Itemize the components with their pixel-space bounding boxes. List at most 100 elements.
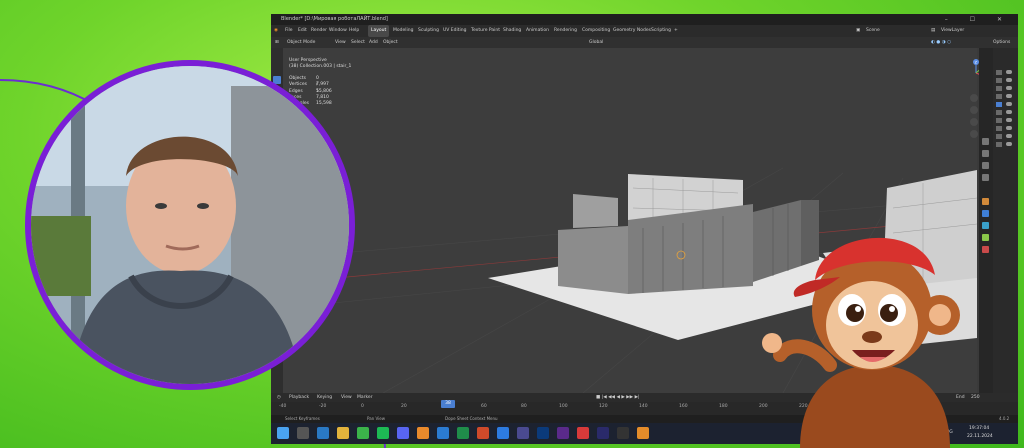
menu-file[interactable]: File <box>285 25 293 37</box>
timeline-tick: 160 <box>679 404 688 409</box>
ortho-grid-icon[interactable] <box>970 130 978 138</box>
stat-label: Vertices <box>289 82 307 88</box>
tool-props-icon[interactable] <box>982 138 989 145</box>
timeline-tick: 120 <box>599 404 608 409</box>
status-context-menu: Dope Sheet Context Menu <box>445 416 498 421</box>
tab-animation[interactable]: Animation <box>526 25 549 37</box>
shading-mode-icons[interactable]: ◐ ● ◑ ○ <box>931 37 951 48</box>
window-titlebar: Blender* [D:\Мировая роботаЛАЙТ.blend] –… <box>271 14 1018 25</box>
menu-edit[interactable]: Edit <box>298 25 307 37</box>
menu-object[interactable]: Object <box>383 37 398 48</box>
window-controls[interactable]: – ☐ ✕ <box>945 14 1012 25</box>
after-effects-icon[interactable] <box>597 427 609 439</box>
tab-scripting[interactable]: Scripting <box>651 25 671 37</box>
menu-marker[interactable]: Marker <box>357 393 373 402</box>
start-menu-icon[interactable] <box>277 427 289 439</box>
status-pan-view: Pan View <box>367 416 385 421</box>
acrobat-icon[interactable] <box>577 427 589 439</box>
timeline-tick: 0 <box>361 404 364 409</box>
output-props-icon[interactable] <box>982 162 989 169</box>
tab-sculpting[interactable]: Sculpting <box>418 25 439 37</box>
timeline-tick: -40 <box>279 404 287 409</box>
zoom-icon[interactable] <box>970 94 978 102</box>
modifier-props-icon[interactable] <box>982 210 989 217</box>
viewport-info: User Perspective (38) Collection.003 | s… <box>289 58 351 70</box>
timeline-tick: 100 <box>559 404 568 409</box>
object-props-icon[interactable] <box>982 198 989 205</box>
tab-geometry-nodes[interactable]: Geometry Nodes <box>613 25 651 37</box>
steam-icon[interactable] <box>617 427 629 439</box>
blender-taskbar-icon[interactable] <box>637 427 649 439</box>
monkey-mascot-illustration <box>762 237 960 448</box>
add-workspace-button[interactable]: + <box>674 25 678 37</box>
discord-icon[interactable] <box>397 427 409 439</box>
object-mode-dropdown[interactable]: Object Mode <box>287 37 315 48</box>
timeline-tick: 20 <box>401 404 407 409</box>
timeline-tick: 60 <box>481 404 487 409</box>
scene-icon[interactable]: ▣ <box>856 25 860 37</box>
spotify-icon[interactable] <box>377 427 389 439</box>
physics-props-icon[interactable] <box>982 222 989 229</box>
menu-view[interactable]: View <box>335 37 346 48</box>
tab-rendering[interactable]: Rendering <box>554 25 577 37</box>
view-layer-props-icon[interactable] <box>982 174 989 181</box>
tab-compositing[interactable]: Compositing <box>582 25 610 37</box>
viewport-header: ⊞ Object Mode View Select Add Object Glo… <box>271 37 1018 48</box>
timeline-tick: -20 <box>319 404 327 409</box>
current-frame-indicator[interactable]: 38 <box>441 400 455 408</box>
search-icon[interactable] <box>297 427 309 439</box>
viewlayer-icon[interactable]: ▤ <box>931 25 935 37</box>
tab-layout[interactable]: Layout <box>368 25 390 37</box>
timeline-editor-icon[interactable]: ◷ <box>277 393 281 402</box>
file-explorer-icon[interactable] <box>337 427 349 439</box>
tab-texture-paint[interactable]: Texture Paint <box>471 25 500 37</box>
tab-shading[interactable]: Shading <box>503 25 521 37</box>
transform-orientation-dropdown[interactable]: Global <box>589 37 603 48</box>
stat-value: 15,598 <box>316 101 332 107</box>
menu-playback[interactable]: Playback <box>289 393 309 402</box>
render-props-icon[interactable] <box>982 150 989 157</box>
menu-render[interactable]: Render <box>311 25 327 37</box>
viewlayer-selector[interactable]: ViewLayer <box>941 25 964 37</box>
status-select-keyframes: Select Keyframes <box>285 416 320 421</box>
teams-icon[interactable] <box>517 427 529 439</box>
menu-keying[interactable]: Keying <box>317 393 332 402</box>
timeline-tick: 80 <box>521 404 527 409</box>
profile-photo <box>25 60 355 390</box>
stat-label: Objects <box>289 76 307 81</box>
scene-selector[interactable]: Scene <box>866 25 880 37</box>
playback-controls[interactable]: ■ |◀ ◀◀ ◀ ▶ ▶▶ ▶| <box>596 393 640 402</box>
photoshop-icon[interactable] <box>537 427 549 439</box>
vscode-icon[interactable] <box>497 427 509 439</box>
collection-label: (38) Collection.003 | stair_1 <box>289 64 352 69</box>
powerpoint-icon[interactable] <box>477 427 489 439</box>
timeline-tick: 140 <box>639 404 648 409</box>
premiere-icon[interactable] <box>557 427 569 439</box>
menu-timeline-view[interactable]: View <box>341 393 352 402</box>
menu-help[interactable]: Help <box>349 25 359 37</box>
tab-modeling[interactable]: Modeling <box>393 25 413 37</box>
word-icon[interactable] <box>437 427 449 439</box>
options-dropdown[interactable]: Options <box>993 37 1010 48</box>
material-props-icon[interactable] <box>982 246 989 253</box>
camera-view-icon[interactable] <box>970 118 978 126</box>
menubar: ◉ File Edit Render Window Help Layout Mo… <box>271 25 1018 37</box>
menu-select[interactable]: Select <box>351 37 365 48</box>
tab-uv-editing[interactable]: UV Editing <box>443 25 466 37</box>
pan-hand-icon[interactable] <box>970 106 978 114</box>
window-title: Blender* [D:\Мировая роботаЛАЙТ.blend] <box>281 16 388 22</box>
chrome-icon[interactable] <box>357 427 369 439</box>
properties-tabs <box>979 48 993 393</box>
taskview-icon[interactable] <box>317 427 329 439</box>
vlc-icon[interactable] <box>417 427 429 439</box>
excel-icon[interactable] <box>457 427 469 439</box>
version-label: 4.0.2 <box>999 416 1010 421</box>
menu-add[interactable]: Add <box>369 37 378 48</box>
blender-logo-icon[interactable]: ◉ <box>274 25 278 37</box>
constraints-props-icon[interactable] <box>982 234 989 241</box>
outliner[interactable] <box>993 48 1018 393</box>
editor-type-icon[interactable]: ⊞ <box>275 37 279 48</box>
stat-label: Edges <box>289 88 303 94</box>
menu-window[interactable]: Window <box>329 25 347 37</box>
timeline-tick: 180 <box>719 404 728 409</box>
